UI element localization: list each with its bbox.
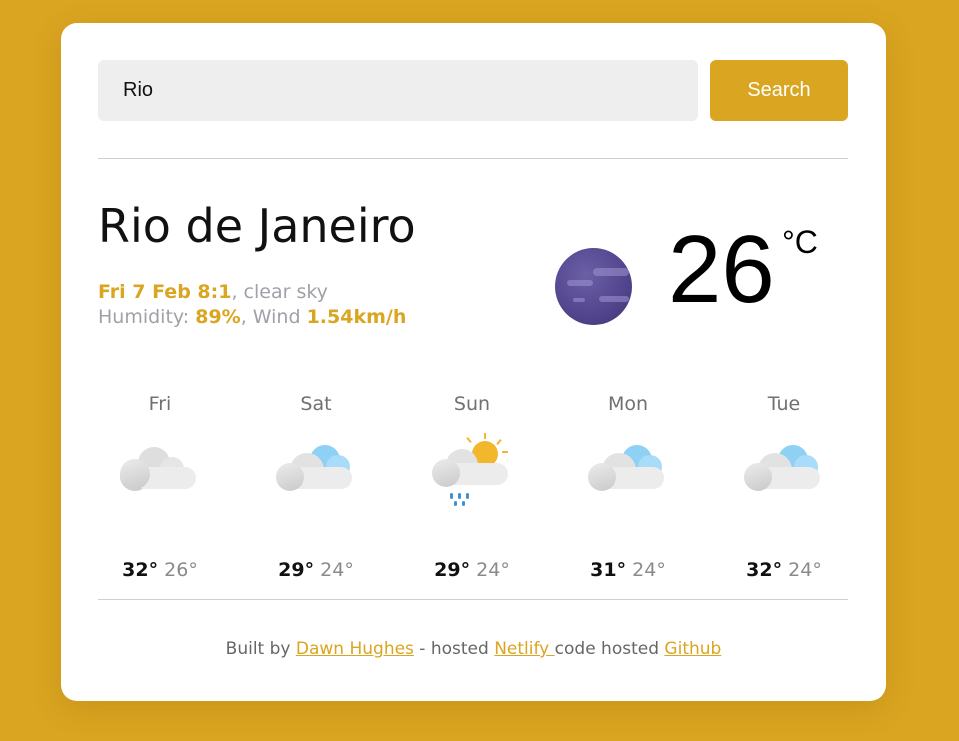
wind-label: , Wind — [240, 306, 307, 328]
forecast-day-name: Fri — [148, 393, 172, 415]
forecast-temps: 32° 26° — [98, 559, 222, 581]
wind-value: 1.54km/h — [306, 306, 407, 328]
forecast-day-name: Sat — [300, 393, 332, 415]
forecast-high: 29° — [434, 559, 471, 581]
forecast-temps: 29° 24° — [410, 559, 534, 581]
divider — [98, 158, 848, 159]
forecast-day: Sat 29° 24° — [254, 393, 378, 593]
cloud-icon — [744, 445, 824, 505]
humidity-label: Humidity: — [98, 306, 196, 328]
sun-rain-cloud-icon — [432, 433, 512, 506]
footer-hosted-text: - hosted — [413, 639, 495, 659]
search-button[interactable]: Search — [710, 60, 848, 121]
forecast-day: Tue 32° 24° — [722, 393, 846, 593]
forecast-high: 29° — [278, 559, 315, 581]
footer-built-by: Built by — [225, 639, 296, 659]
cloud-icon — [276, 445, 356, 505]
forecast-low: 26° — [164, 559, 198, 581]
moon-icon — [555, 248, 632, 325]
cloud-icon — [120, 445, 200, 505]
netlify-link[interactable]: Netlify — [494, 639, 554, 659]
forecast-temps: 31° 24° — [566, 559, 690, 581]
weather-details: Fri 7 Feb 8:1, clear sky Humidity: 89%, … — [98, 280, 406, 330]
forecast-day: Fri 32° 26° — [98, 393, 222, 593]
forecast-day-name: Sun — [453, 393, 491, 415]
city-name: Rio de Janeiro — [98, 199, 416, 253]
author-link[interactable]: Dawn Hughes — [296, 639, 414, 659]
forecast-day-name: Tue — [767, 393, 801, 415]
forecast-low: 24° — [476, 559, 510, 581]
search-form: Search — [98, 60, 848, 121]
current-temperature: 26 — [668, 216, 775, 323]
forecast-day: Sun 29° 24° — [410, 393, 534, 593]
forecast-high: 31° — [590, 559, 627, 581]
temperature-unit: °C — [782, 224, 818, 260]
weather-description: , clear sky — [231, 281, 328, 303]
forecast-temps: 29° 24° — [254, 559, 378, 581]
humidity-value: 89% — [195, 306, 241, 328]
date-line: Fri 7 Feb 8:1, clear sky — [98, 280, 406, 305]
footer-code-text: code hosted — [554, 639, 665, 659]
forecast-low: 24° — [320, 559, 354, 581]
forecast-day-name: Mon — [607, 393, 649, 415]
forecast-high: 32° — [122, 559, 159, 581]
forecast: Fri 32° 26° Sat 29° 24° Sun 29° 24° Mon … — [98, 393, 848, 593]
forecast-high: 32° — [746, 559, 783, 581]
humidity-wind-line: Humidity: 89%, Wind 1.54km/h — [98, 305, 406, 330]
divider — [98, 599, 848, 600]
weather-card: Search Rio de Janeiro Fri 7 Feb 8:1, cle… — [61, 23, 886, 701]
forecast-low: 24° — [788, 559, 822, 581]
github-link[interactable]: Github — [664, 639, 721, 659]
footer: Built by Dawn Hughes - hosted Netlify co… — [61, 639, 886, 659]
date-time: Fri 7 Feb 8:1 — [98, 281, 232, 303]
forecast-low: 24° — [632, 559, 666, 581]
forecast-temps: 32° 24° — [722, 559, 846, 581]
search-input[interactable] — [98, 60, 698, 121]
forecast-day: Mon 31° 24° — [566, 393, 690, 593]
cloud-icon — [588, 445, 668, 505]
